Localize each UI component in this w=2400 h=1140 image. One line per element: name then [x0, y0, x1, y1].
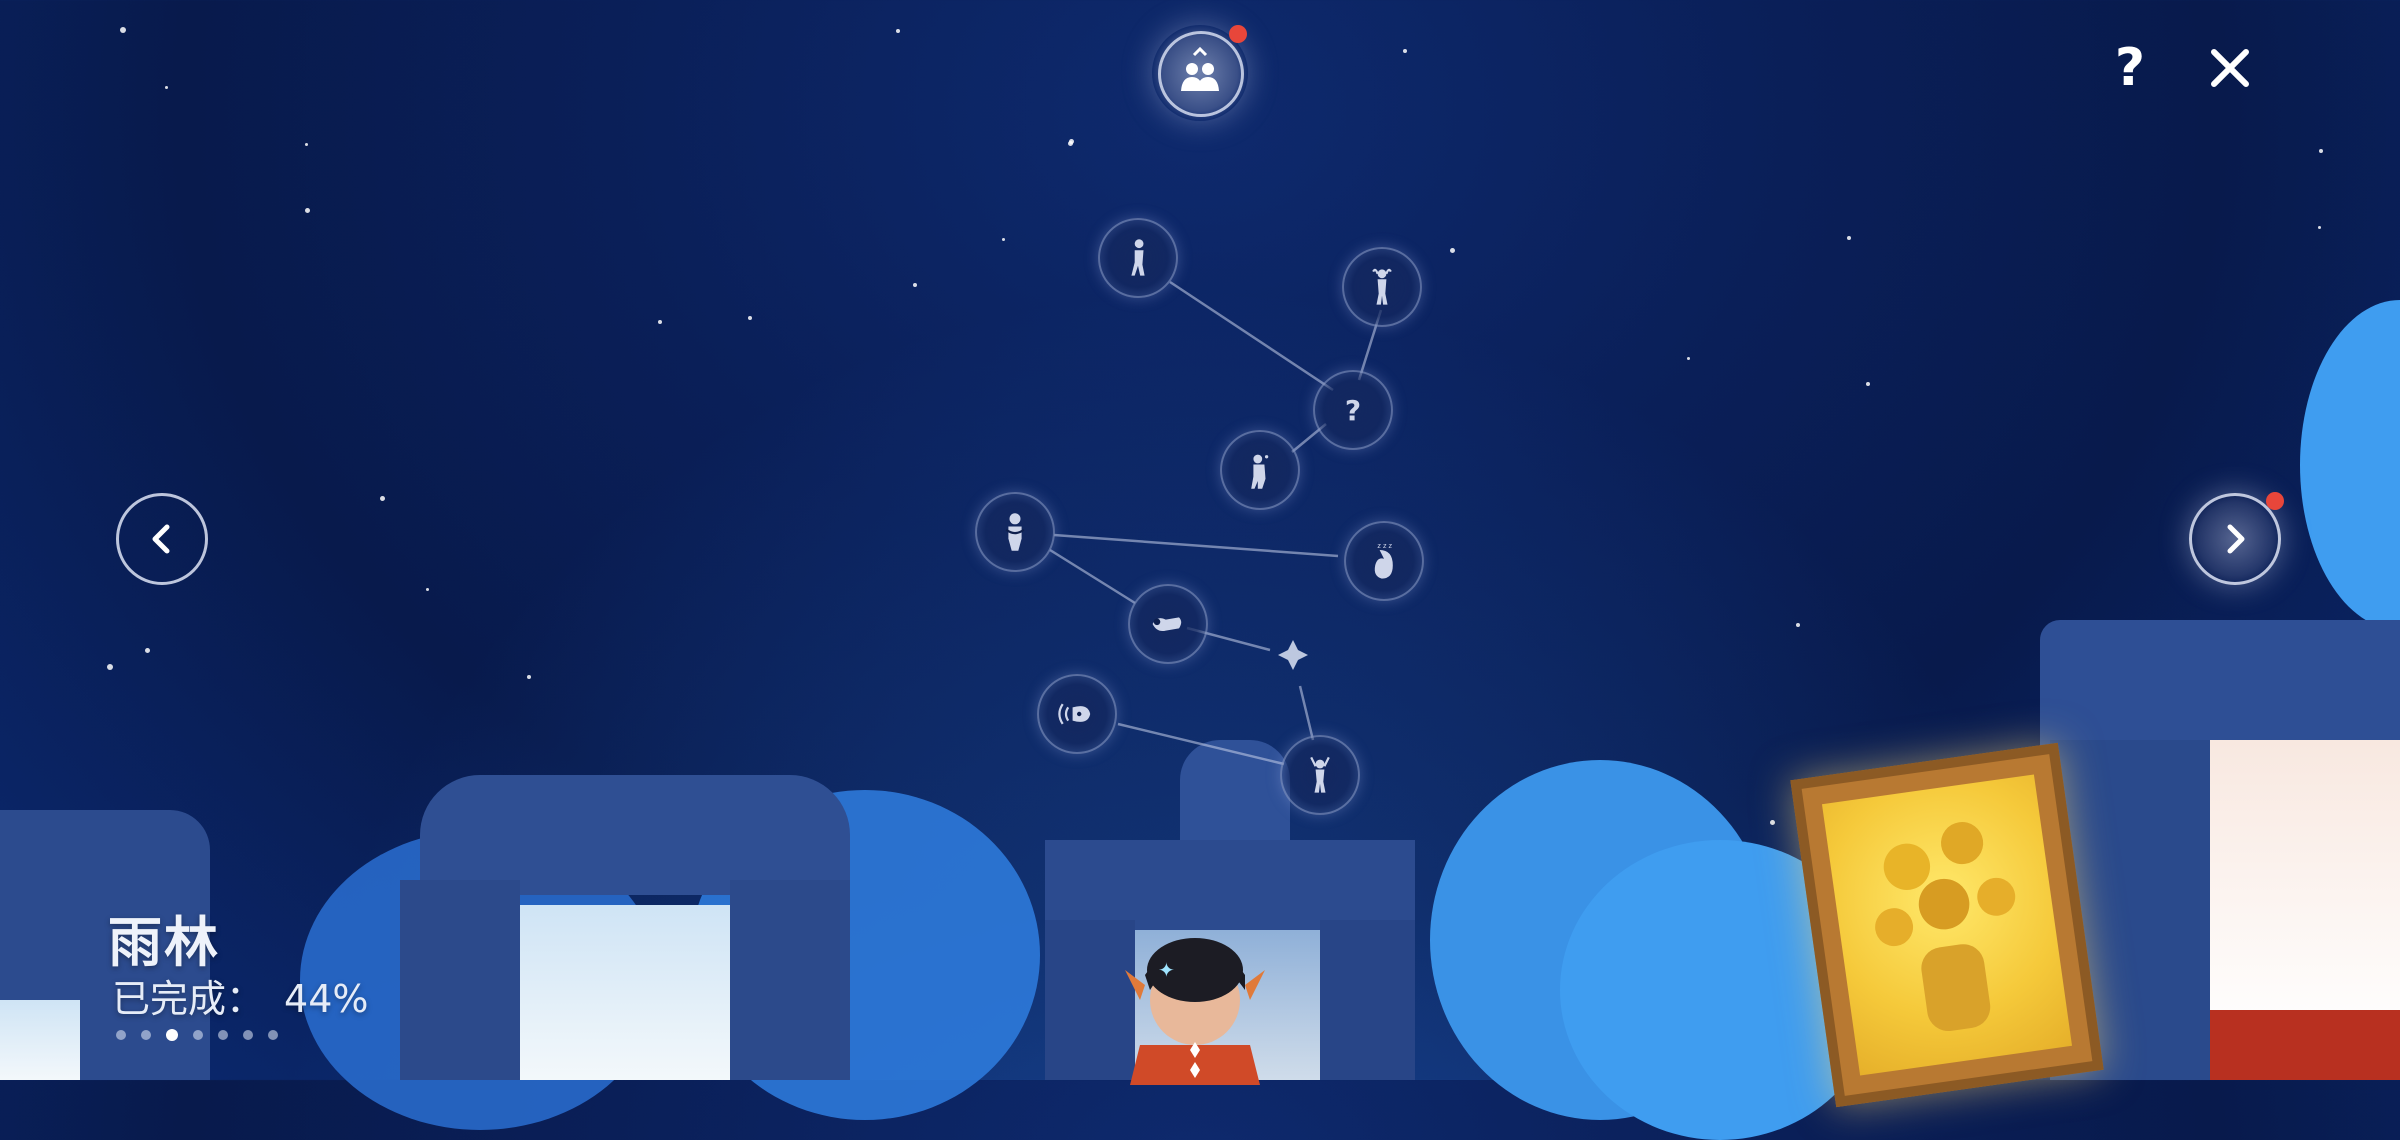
page-dot	[166, 1029, 178, 1041]
page-dot	[243, 1030, 253, 1040]
help-icon: ?	[2114, 38, 2146, 98]
spirit-node-3[interactable]: ?	[1313, 370, 1393, 450]
previous-area-button[interactable]	[116, 493, 208, 585]
constellation-lines	[1049, 280, 1383, 766]
page-dot	[116, 1030, 126, 1040]
chevron-right-icon	[2227, 524, 2245, 554]
close-icon	[2211, 49, 2249, 87]
friends-notification-dot	[1229, 25, 1247, 43]
spirit-node-5[interactable]	[975, 492, 1055, 572]
spirit-node-2[interactable]	[1342, 247, 1422, 327]
chevron-left-icon	[152, 524, 170, 554]
spirit-node-9[interactable]	[1280, 735, 1360, 815]
spirit-hands-on-head-icon	[1372, 268, 1392, 305]
spirit-node-8[interactable]	[1037, 674, 1117, 754]
unknown-spirit-icon: ?	[1344, 393, 1362, 427]
page-dot	[141, 1030, 151, 1040]
spirit-cheering-icon	[1310, 756, 1330, 793]
spirit-praying-icon	[1005, 513, 1025, 551]
completion-label: 已完成：	[112, 977, 265, 1021]
spirit-lying-icon	[1152, 617, 1182, 632]
area-title: 雨林	[108, 911, 220, 974]
page-dot	[268, 1030, 278, 1040]
help-button[interactable]: ?	[2110, 40, 2150, 96]
page-dot	[193, 1030, 203, 1040]
completion-progress: 已完成： 44%	[112, 968, 368, 1023]
spirit-node-4[interactable]	[1220, 430, 1300, 510]
spirit-sleeping-icon: z z z	[1374, 542, 1393, 579]
completion-value: 44%	[284, 977, 369, 1021]
area-page-indicator	[116, 1029, 278, 1041]
friends-icon	[1181, 46, 1219, 91]
spirit-standing-icon	[1131, 239, 1145, 276]
spirit-crouching-icon	[1251, 454, 1269, 489]
spirit-node-7[interactable]	[1128, 584, 1208, 664]
svg-text:z z z: z z z	[1377, 542, 1392, 550]
spirit-node-6[interactable]: z z z	[1344, 521, 1424, 601]
page-dot	[218, 1030, 228, 1040]
spirit-node-1[interactable]	[1098, 218, 1178, 298]
sparkle-node	[1278, 640, 1308, 670]
next-area-notification-dot	[2266, 492, 2284, 510]
close-button[interactable]	[2206, 40, 2254, 96]
spirit-calling-icon	[1058, 703, 1091, 725]
